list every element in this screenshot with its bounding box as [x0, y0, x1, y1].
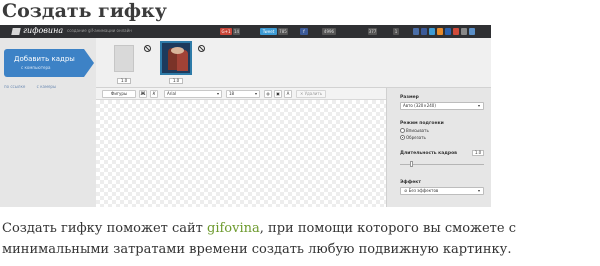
facebook-icon[interactable]	[421, 28, 427, 35]
duration-slider[interactable]	[400, 161, 484, 167]
add-frames-button[interactable]: Добавить кадры с компьютера	[4, 49, 94, 77]
frame-duration-input[interactable]: 1.0	[117, 78, 131, 84]
site-topbar: гифовина создание gif-анимации онлайн G+…	[0, 25, 491, 38]
chevron-down-icon: ▾	[216, 91, 219, 96]
add-frames-sublabel: с компьютера	[21, 65, 51, 70]
lj-icon[interactable]	[469, 28, 475, 35]
vk-count: 377	[368, 28, 377, 35]
size-value: Авто (320×240)	[403, 103, 436, 108]
font-size-select[interactable]: 18 ▾	[226, 90, 260, 98]
tweet-button[interactable]: Tweet	[260, 28, 277, 35]
frame-delete-icon[interactable]	[198, 45, 205, 52]
frames-strip: 1.0 1.0	[96, 38, 491, 88]
mailru-icon[interactable]	[445, 28, 451, 35]
editor-canvas[interactable]	[96, 100, 386, 207]
gplus-icon[interactable]	[453, 28, 459, 35]
text-toolbar: Фигуры Ж К Arial ▾ 18 ▾ ◍ ▣ A ✕ Удалить	[96, 88, 386, 100]
gplus-count: 14	[233, 28, 240, 35]
effect-select[interactable]: ⊘ Без эффектов ▾	[400, 187, 484, 195]
font-value: Arial	[167, 91, 177, 96]
chevron-down-icon: ▾	[477, 103, 480, 108]
fill-color-icon[interactable]: ◍	[264, 90, 272, 98]
vk-icon[interactable]	[413, 28, 419, 35]
article-heading: Создать гифку	[2, 0, 167, 22]
facebook-count: 4996	[322, 28, 336, 35]
gifovina-link[interactable]: gifovina	[207, 221, 260, 236]
delete-button[interactable]: ✕ Удалить	[296, 90, 326, 98]
fit-mode-label: Режим подгонки	[400, 121, 444, 126]
logo-icon	[11, 28, 21, 35]
slider-handle[interactable]	[410, 161, 413, 167]
left-panel: Добавить кадры с компьютера по ссылке с …	[0, 38, 96, 207]
twitter-icon[interactable]	[429, 28, 435, 35]
site-slogan: создание gif-анимации онлайн	[67, 28, 132, 33]
ok-count: 1	[393, 28, 399, 35]
effect-value: Без эффектов	[408, 188, 439, 193]
font-size-value: 18	[229, 91, 235, 96]
photo-face	[171, 47, 184, 54]
radio-checked-icon	[400, 135, 405, 140]
size-label: Размер	[400, 95, 419, 100]
delete-label: Удалить	[304, 91, 323, 96]
chevron-down-icon: ▾	[477, 188, 480, 193]
frame-thumbnail-empty[interactable]	[114, 45, 134, 72]
site-logo[interactable]: гифовина	[23, 26, 63, 35]
fit-option-label: Вписывать	[406, 128, 429, 133]
chevron-down-icon: ▾	[254, 91, 257, 96]
stroke-color-icon[interactable]: ▣	[274, 90, 282, 98]
font-select[interactable]: Arial ▾	[164, 90, 222, 98]
settings-panel: Размер Авто (320×240) ▾ Режим подгонки В…	[386, 88, 491, 207]
radio-icon	[400, 128, 405, 133]
add-frames-label: Добавить кадры	[14, 55, 75, 63]
bold-button[interactable]: Ж	[139, 90, 147, 98]
frame-delete-icon[interactable]	[144, 45, 151, 52]
duration-label: Длительность кадров	[400, 151, 458, 156]
gplus-button[interactable]: G+1	[220, 28, 232, 35]
italic-button[interactable]: К	[150, 90, 158, 98]
frame-thumbnail-photo[interactable]	[160, 41, 192, 75]
text-color-icon[interactable]: A	[284, 90, 292, 98]
paragraph-text-before: Создать гифку поможет сайт	[2, 221, 208, 236]
effect-label: Эффект	[400, 180, 421, 185]
duration-input[interactable]: 1.0	[472, 150, 484, 156]
shapes-button[interactable]: Фигуры	[102, 90, 136, 98]
fit-option-label: Обрезать	[406, 135, 426, 140]
add-from-camera-link[interactable]: с камеры	[37, 84, 57, 89]
gifovina-screenshot: гифовина создание gif-анимации онлайн G+…	[0, 25, 491, 207]
facebook-button[interactable]: f	[300, 28, 308, 35]
add-frames-links: по ссылке с камеры	[4, 84, 56, 89]
frame-duration-input[interactable]: 1.0	[169, 78, 183, 84]
size-select[interactable]: Авто (320×240) ▾	[400, 102, 484, 110]
odnoklassniki-icon[interactable]	[437, 28, 443, 35]
tweet-count: 785	[278, 28, 288, 35]
tools-icon[interactable]	[461, 28, 467, 35]
fit-option-inscribe[interactable]: Вписывать	[400, 128, 429, 133]
article-paragraph: Создать гифку поможет сайт gifovina, при…	[2, 218, 598, 260]
add-by-url-link[interactable]: по ссылке	[4, 84, 25, 89]
fit-option-crop[interactable]: Обрезать	[400, 135, 426, 140]
